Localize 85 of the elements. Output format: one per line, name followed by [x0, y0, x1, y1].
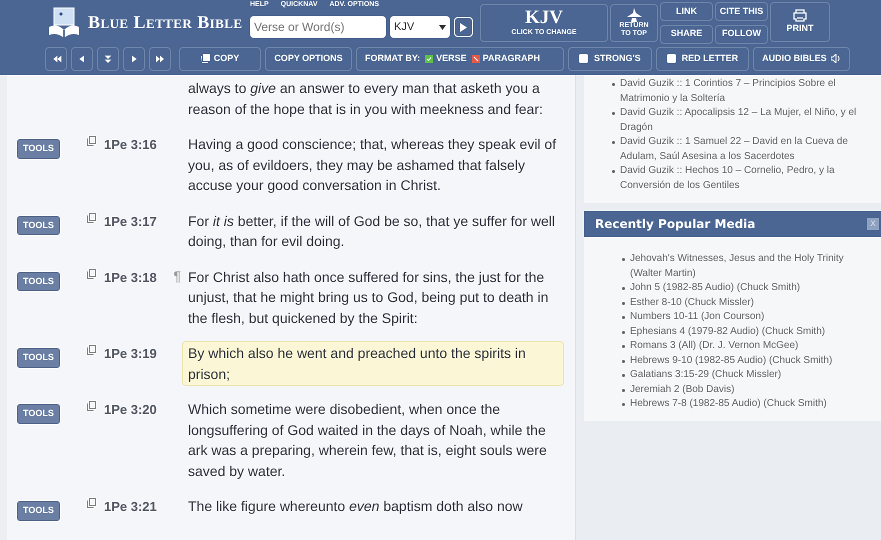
format-option[interactable]: VERSE [425, 52, 467, 66]
copy-icon [87, 212, 96, 222]
verse-text: Which sometime were disobedient, when once the longsuffering of God waited in the days of Noah, while the ark was a preparing, wherein few, that is, eight souls were saved by water. [187, 400, 548, 481]
speaker-icon [830, 54, 841, 63]
verse-reference[interactable]: 1Pe 3:20 [104, 400, 157, 420]
copy-button[interactable]: COPY [179, 46, 261, 70]
copy-icon [87, 136, 96, 146]
prev-nav-button[interactable] [71, 46, 93, 70]
media-link[interactable]: Jeremiah 2 (Bob Davis) [630, 382, 734, 397]
bullet-icon [622, 388, 625, 392]
media-link[interactable]: Romans 3 (All) (Dr. J. Vernon McGee) [630, 339, 798, 354]
verse-text: Having a good conscience; that, whereas they speak evil of you, as of evildoers, they may be ashamed that falsely accuse your good conversation in Christ. [187, 135, 558, 195]
media-link[interactable]: John 5 (1982-85 Audio) (Chuck Smith) [630, 281, 800, 296]
last-nav-button[interactable] [149, 46, 171, 70]
header-link-button[interactable]: LINK [660, 2, 713, 21]
copy-icon [87, 498, 96, 508]
jump-nav-button[interactable] [97, 46, 119, 70]
bullet-icon [612, 112, 615, 115]
tools-button[interactable]: TOOLS [17, 216, 60, 235]
tools-button[interactable]: TOOLS [17, 501, 60, 520]
next-nav-button[interactable] [123, 46, 145, 70]
media-link[interactable]: Ephesians 4 (1979-82 Audio) (Chuck Smith) [630, 324, 826, 339]
double-down-arrow-icon [102, 52, 114, 64]
header-link-button[interactable]: FOLLOW [715, 24, 768, 44]
media-link[interactable]: David Guzik :: Apocalipsis 12 – La Mujer, el Niño, y el Dragón [620, 106, 873, 135]
toggle-button[interactable]: RED LETTER [656, 46, 750, 70]
print-button[interactable]: PRINT [770, 2, 830, 42]
bullet-icon [622, 287, 625, 290]
verse-text: For Christ also hath once suffered for sins, the just for the unjust, that he might bring us to God, being put to death in the flesh, but quickened by the Spirit: [187, 268, 550, 328]
toggle-button[interactable]: STRONG'S [568, 46, 652, 70]
verse-text: always to give an answer to every man that asketh you a reason of the hope that is in you with meekness and fear: [187, 79, 544, 119]
copy-icon [87, 268, 96, 278]
bullet-icon [612, 83, 615, 86]
verse-text: By which also he went and preached unto the spirits in prison; [182, 341, 564, 386]
open-book-logo-icon [48, 6, 80, 38]
verse-reference[interactable]: 1Pe 3:17 [104, 212, 157, 231]
play-icon [460, 22, 467, 32]
media-link[interactable]: David Guzik :: 1 Corintios 7 – Principios Sobre el Matrimonio y la Soltería [620, 77, 873, 106]
paragraph-mark: ¶ [173, 268, 181, 284]
verse-text: The like figure whereunto even baptism doth also now [187, 497, 524, 516]
bullet-icon [622, 360, 625, 362]
tools-button[interactable]: TOOLS [17, 404, 60, 424]
verse-reference[interactable]: 1Pe 3:19 [104, 344, 157, 364]
media-link[interactable]: David Guzik :: 1 Samuel 22 – David en la Cueva de Adulam, Saúl Asesina a los Sacerdotes [620, 135, 873, 164]
media-link[interactable]: Hebrews 9-10 (1982-85 Audio) (Chuck Smith) [630, 354, 832, 368]
tools-button[interactable]: TOOLS [17, 139, 60, 158]
caret-icon [439, 24, 446, 30]
logo-text: Blue Letter Bible [88, 11, 243, 34]
audio-bibles-button[interactable]: AUDIO BIBLES [753, 46, 850, 70]
go-button[interactable] [454, 17, 473, 37]
media-link[interactable]: Hebrews 7-8 (1982-85 Audio) (Chuck Smith) [630, 397, 827, 412]
printer-icon [793, 8, 807, 22]
tools-button[interactable]: TOOLS [17, 272, 60, 291]
copy-icon [200, 54, 210, 63]
version-select[interactable]: KJV [390, 16, 450, 38]
media-link[interactable]: Galatians 3:15-29 (Chuck Missler) [630, 368, 782, 382]
search-field[interactable]: Verse or Word(s) [250, 16, 386, 38]
media-link[interactable]: Esther 8-10 (Chuck Missler) [630, 296, 754, 310]
bullet-icon [622, 345, 625, 348]
bullet-icon [622, 403, 625, 406]
verse-reference[interactable]: 1Pe 3:16 [104, 135, 157, 154]
copy-icon [87, 345, 96, 355]
media-link[interactable]: Jehovah's Witnesses, Jesus and the Holy Trinity (Walter Martin) [630, 252, 873, 281]
bullet-icon [612, 141, 615, 144]
verse-reference[interactable]: 1Pe 3:21 [104, 497, 157, 516]
verse-reference[interactable]: 1Pe 3:18 [104, 268, 157, 287]
bullet-icon [622, 258, 625, 261]
format-option[interactable]: PARAGRAPH [472, 52, 540, 66]
tools-button[interactable]: TOOLS [17, 348, 60, 368]
bullet-icon [622, 316, 625, 319]
media-link[interactable]: Numbers 10-11 (Jon Courson) [630, 310, 764, 324]
bullet-icon [622, 302, 625, 304]
first-nav-button[interactable] [45, 46, 67, 70]
bullet-icon [622, 374, 625, 377]
media-link[interactable]: David Guzik :: Hechos 10 – Cornelio, Pedro, y la Conversión de los Gentiles [620, 164, 873, 193]
format-by-label: FORMAT BY: [365, 52, 420, 65]
copy-icon [87, 401, 96, 411]
header-link-button[interactable]: SHARE [660, 24, 713, 44]
media-card-title: Recently Popular Media [595, 216, 756, 233]
verse-text: For it is better, if the will of God be so, that ye suffer for well doing, than for evil doing. [187, 212, 556, 251]
header-link-button[interactable]: CITE THIS [715, 2, 768, 21]
bullet-icon [622, 330, 625, 334]
bullet-icon [612, 170, 615, 173]
airplane-icon [626, 8, 642, 22]
copy-options-button[interactable]: COPY OPTIONS [265, 46, 352, 70]
